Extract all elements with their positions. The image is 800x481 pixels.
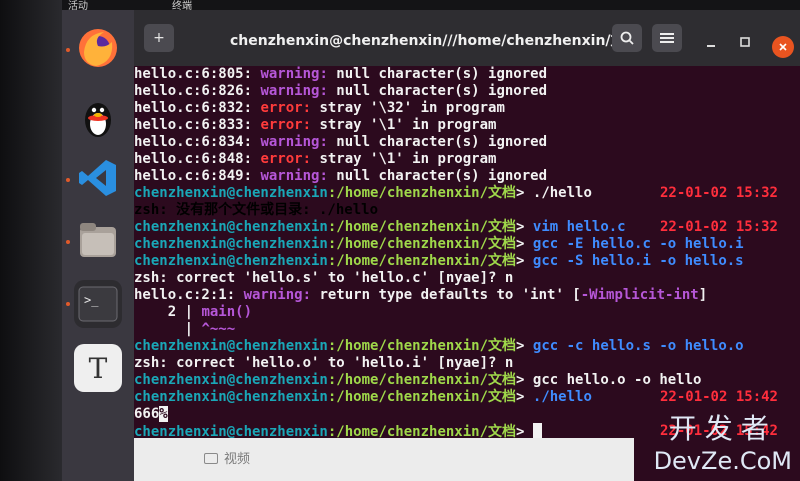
shell-message: zsh: correct 'hello.s' to 'hello.c' [nya… xyxy=(134,270,514,286)
shell-message: zsh: 没有那个文件或目录: ./hello xyxy=(134,202,379,218)
diagnostic-line: hello.c:6:848: error: stray '\1' in prog… xyxy=(134,151,497,167)
prompt-line: chenzhenxin@chenzhenxin:/home/chenzhenxi… xyxy=(134,219,778,235)
menu-button[interactable] xyxy=(652,24,682,52)
running-indicator xyxy=(66,240,70,244)
folder-item[interactable]: 视频 xyxy=(204,448,250,467)
running-indicator xyxy=(66,48,70,52)
minimize-icon xyxy=(707,45,715,47)
system-top-bar: 活动 终端 xyxy=(62,0,800,12)
site-watermark: 开发者 DevZe.CoM xyxy=(653,412,792,475)
timestamp: 22-01-02 15:42 xyxy=(659,389,778,405)
source-caret: | ^~~~ xyxy=(134,321,236,337)
prompt-line: chenzhenxin@chenzhenxin:/home/chenzhenxi… xyxy=(134,253,744,269)
vscode-icon[interactable] xyxy=(74,154,122,202)
terminal-icon[interactable]: >_ xyxy=(74,280,122,328)
running-indicator xyxy=(66,302,70,306)
prompt-line: chenzhenxin@chenzhenxin:/home/chenzhenxi… xyxy=(134,372,702,388)
text-cursor xyxy=(532,423,542,438)
timestamp: 22-01-02 15:32 xyxy=(659,219,778,235)
close-icon xyxy=(779,43,787,51)
prompt-line: chenzhenxin@chenzhenxin:/home/chenzhenxi… xyxy=(134,236,744,252)
window-title: chenzhenxin@chenzhenxin///home/chenzhenx… xyxy=(230,33,639,49)
prompt-line: chenzhenxin@chenzhenxin:/home/chenzhenxi… xyxy=(134,338,744,354)
prompt-line: chenzhenxin@chenzhenxin:/home/chenzhenxi… xyxy=(134,389,778,405)
diagnostic-line: hello.c:6:826: warning: null character(s… xyxy=(134,83,548,99)
qq-penguin-icon[interactable] xyxy=(74,94,122,142)
dock: >_ T xyxy=(62,10,134,481)
plus-icon: + xyxy=(153,30,165,46)
close-button[interactable] xyxy=(772,36,794,58)
file-manager-strip: 视频 xyxy=(134,438,634,481)
diagnostic-line: hello.c:6:833: error: stray '\1' in prog… xyxy=(134,117,497,133)
running-indicator xyxy=(66,178,70,182)
desktop: 活动 终端 >_ T + chenzhenxin@chenzhenxin///h… xyxy=(0,0,800,481)
diagnostic-line: hello.c:6:805: warning: null character(s… xyxy=(134,66,548,82)
photo-frame-edge xyxy=(0,0,62,481)
maximize-button[interactable] xyxy=(740,36,750,50)
diagnostic-line: hello.c:6:832: error: stray '\32' in pro… xyxy=(134,100,505,116)
terminal-headerbar: + chenzhenxin@chenzhenxin///home/chenzhe… xyxy=(134,10,800,66)
maximize-icon xyxy=(740,37,750,47)
text-editor-icon[interactable]: T xyxy=(74,344,122,392)
folder-icon xyxy=(204,453,218,464)
new-tab-button[interactable]: + xyxy=(144,24,174,52)
search-button[interactable] xyxy=(612,24,642,52)
diagnostic-line: hello.c:2:1: warning: return type defaul… xyxy=(134,287,708,303)
prompt-line: chenzhenxin@chenzhenxin:/home/chenzhenxi… xyxy=(134,185,778,201)
search-icon xyxy=(620,31,634,45)
source-line: 2 | main() xyxy=(134,304,253,320)
minimize-button[interactable] xyxy=(706,36,716,50)
timestamp: 22-01-02 15:32 xyxy=(659,185,778,201)
svg-text:>_: >_ xyxy=(84,293,99,307)
diagnostic-line: hello.c:6:849: warning: null character(s… xyxy=(134,168,548,184)
program-output: 666% xyxy=(134,406,168,422)
files-folder-icon[interactable] xyxy=(74,216,122,264)
firefox-icon[interactable] xyxy=(74,24,122,72)
diagnostic-line: hello.c:6:834: warning: null character(s… xyxy=(134,134,548,150)
shell-message: zsh: correct 'hello.o' to 'hello.i' [nya… xyxy=(134,355,514,371)
hamburger-icon xyxy=(660,33,674,43)
